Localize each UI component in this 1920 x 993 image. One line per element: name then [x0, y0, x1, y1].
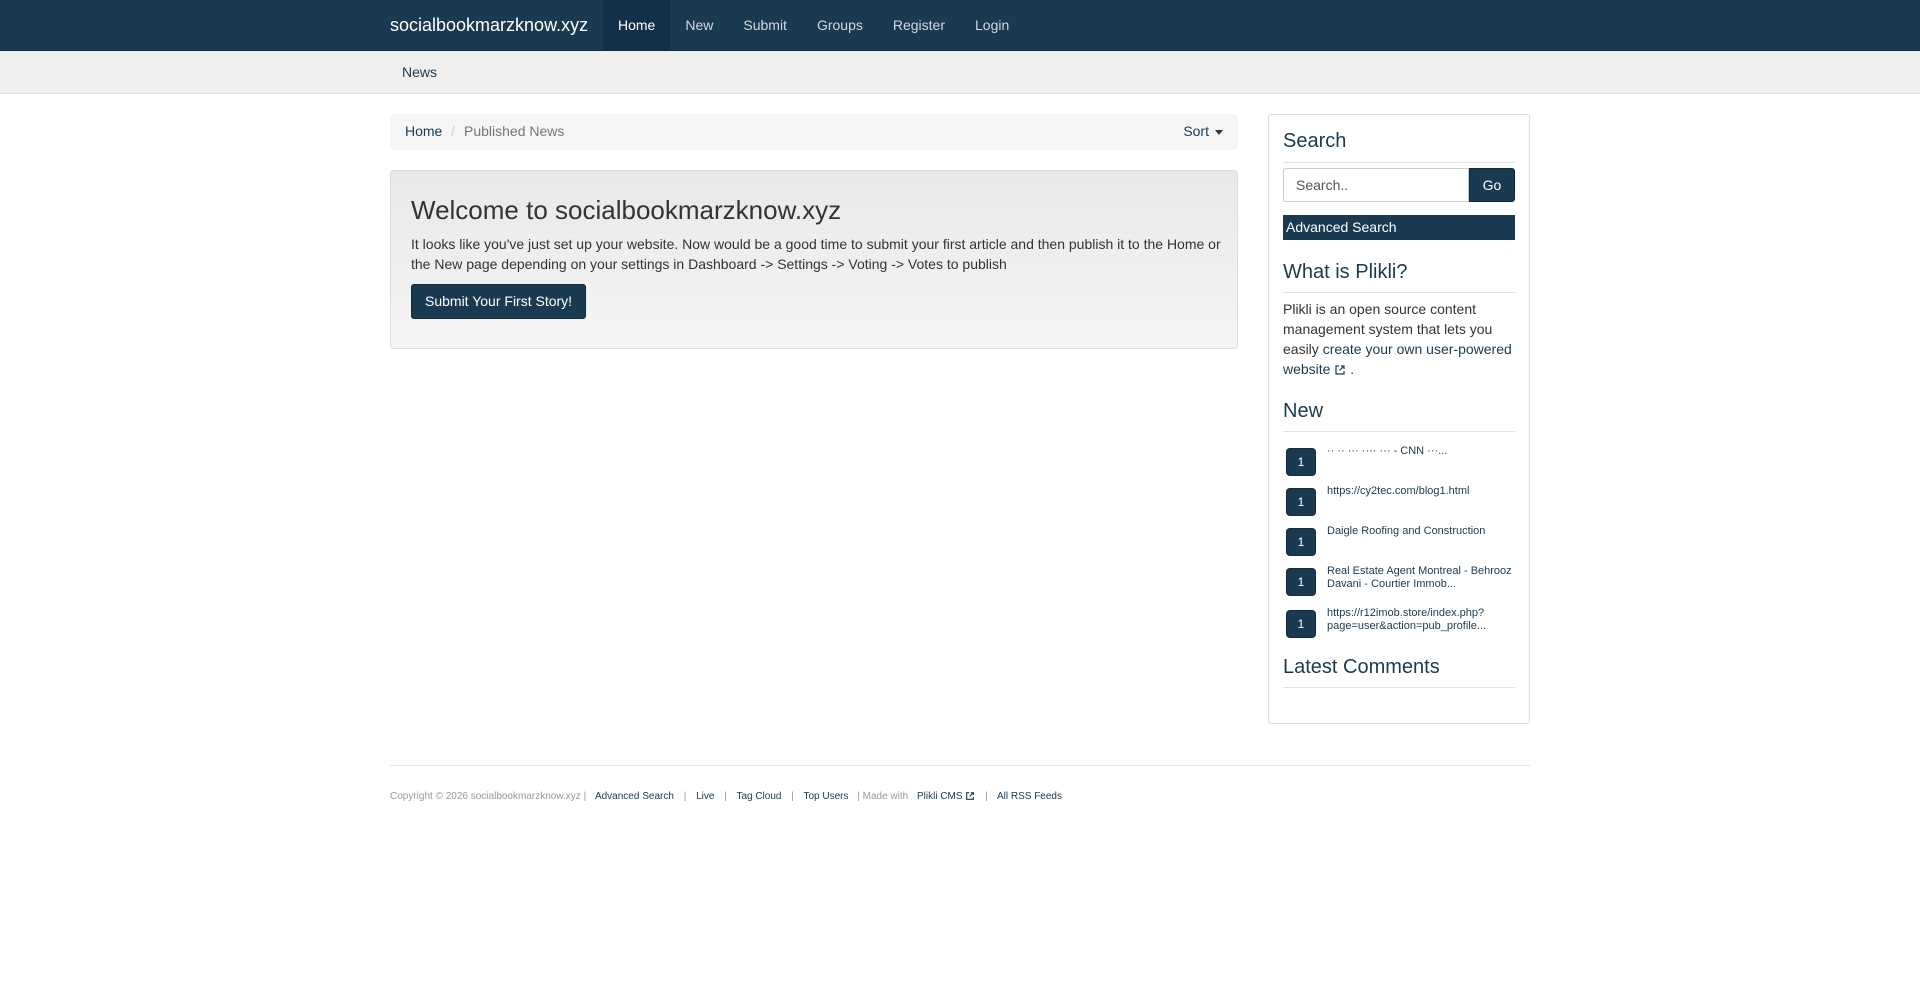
site-brand-link[interactable]: socialbookmarzknow.xyz	[390, 15, 588, 36]
nav-login[interactable]: Login	[960, 0, 1024, 50]
made-with-text: | Made with	[857, 791, 909, 802]
breadcrumb: Home / Published News Sort	[390, 114, 1238, 150]
divider	[1283, 687, 1515, 688]
footer-plikli-cms-link[interactable]: Plikli CMS	[917, 791, 978, 802]
welcome-panel: Welcome to socialbookmarzknow.xyz It loo…	[390, 170, 1238, 349]
breadcrumb-home-link[interactable]: Home	[405, 123, 442, 139]
about-heading: What is Plikli?	[1283, 261, 1408, 283]
new-item-link[interactable]: Daigle Roofing and Construction	[1327, 525, 1512, 538]
nav-home[interactable]: Home	[603, 0, 671, 50]
vote-count-badge[interactable]: 1	[1287, 569, 1315, 595]
nav-submit[interactable]: Submit	[728, 0, 802, 50]
copyright-text: Copyright © 2026 socialbookmarzknow.xyz …	[390, 791, 587, 802]
about-end: .	[1350, 361, 1355, 377]
divider	[1283, 162, 1515, 163]
footer-advanced-search-link[interactable]: Advanced Search	[595, 791, 674, 802]
welcome-title: Welcome to socialbookmarzknow.xyz	[411, 195, 842, 225]
footer-top-users-link[interactable]: Top Users	[803, 791, 848, 802]
welcome-text: It looks like you've just set up your we…	[411, 236, 1221, 272]
list-item: 1 ·· ·· ··· ···· ··· - CNN ···...	[1287, 445, 1515, 475]
footer-separator: |	[791, 791, 794, 802]
new-item-link[interactable]: Real Estate Agent Montreal - Behrooz Dav…	[1327, 565, 1512, 591]
breadcrumb-separator: /	[451, 123, 455, 139]
sub-navbar: News	[0, 51, 1920, 94]
footer-separator: |	[724, 791, 727, 802]
sort-label: Sort	[1183, 123, 1209, 139]
footer-separator: |	[985, 791, 988, 802]
new-item-link[interactable]: https://cy2tec.com/blog1.html	[1327, 485, 1512, 498]
latest-comments-heading: Latest Comments	[1283, 656, 1440, 678]
caret-down-icon	[1215, 129, 1223, 135]
vote-count-badge[interactable]: 1	[1287, 529, 1315, 555]
nav-groups[interactable]: Groups	[802, 0, 878, 50]
new-item-link[interactable]: ·· ·· ··· ···· ··· - CNN ···...	[1327, 445, 1512, 458]
footer-divider	[390, 765, 1530, 766]
advanced-search-link[interactable]: Advanced Search	[1283, 215, 1515, 240]
nav-new[interactable]: New	[670, 0, 728, 50]
new-item-link[interactable]: https://r12imob.store/index.php?page=use…	[1327, 607, 1512, 633]
search-go-button[interactable]: Go	[1469, 168, 1515, 202]
external-link-icon	[1335, 365, 1345, 375]
new-heading: New	[1283, 400, 1324, 422]
footer: Copyright © 2026 socialbookmarzknow.xyz …	[390, 791, 1062, 802]
footer-tag-cloud-link[interactable]: Tag Cloud	[736, 791, 781, 802]
list-item: 1 Daigle Roofing and Construction	[1287, 525, 1515, 555]
about-text-block: Plikli is an open source content managem…	[1283, 299, 1518, 379]
plikli-cms-label: Plikli CMS	[917, 791, 963, 802]
footer-live-link[interactable]: Live	[696, 791, 714, 802]
sort-dropdown[interactable]: Sort	[1183, 123, 1223, 139]
main-nav: Home New Submit Groups Register Login	[603, 0, 1024, 50]
search-heading: Search	[1283, 130, 1347, 152]
list-item: 1 https://r12imob.store/index.php?page=u…	[1287, 607, 1515, 637]
divider	[1283, 431, 1515, 432]
sidebar: Search Go Advanced Search What is Plikli…	[1268, 114, 1530, 724]
footer-rss-link[interactable]: All RSS Feeds	[997, 791, 1062, 802]
vote-count-badge[interactable]: 1	[1287, 611, 1315, 637]
nav-register[interactable]: Register	[878, 0, 960, 50]
list-item: 1 https://cy2tec.com/blog1.html	[1287, 485, 1515, 515]
breadcrumb-current: Published News	[464, 123, 565, 139]
footer-separator: |	[683, 791, 687, 802]
divider	[1283, 292, 1515, 293]
subnav-news[interactable]: News	[402, 64, 437, 80]
vote-count-badge[interactable]: 1	[1287, 489, 1315, 515]
vote-count-badge[interactable]: 1	[1287, 449, 1315, 475]
submit-first-story-button[interactable]: Submit Your First Story!	[411, 284, 587, 319]
list-item: 1 Real Estate Agent Montreal - Behrooz D…	[1287, 565, 1515, 595]
top-navbar: socialbookmarzknow.xyz Home New Submit G…	[0, 0, 1920, 51]
search-input[interactable]	[1283, 168, 1469, 202]
external-link-icon	[966, 792, 975, 801]
